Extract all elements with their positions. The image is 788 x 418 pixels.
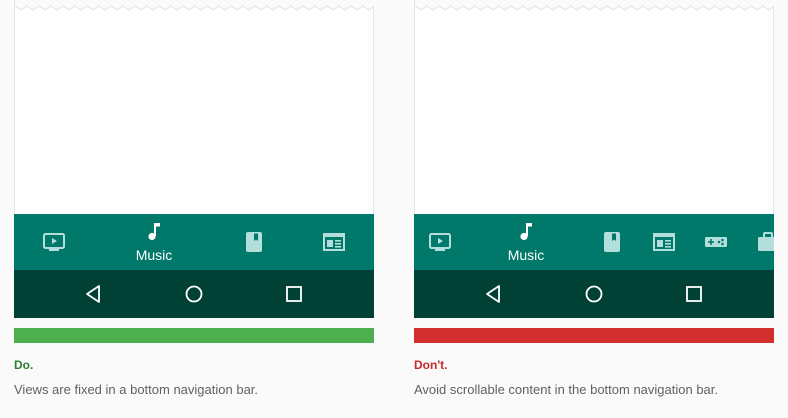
briefcase-icon xyxy=(758,232,774,251)
home-icon[interactable] xyxy=(184,284,204,304)
do-indicator-bar xyxy=(14,328,374,343)
gamepad-icon xyxy=(705,237,727,247)
nav-item-label: Music xyxy=(507,247,545,263)
do-example: Music Do. Views are fixed in a bottom na… xyxy=(14,0,374,418)
recents-icon[interactable] xyxy=(684,284,704,304)
dont-indicator-bar xyxy=(414,328,774,343)
newspaper-icon xyxy=(323,233,345,251)
music-note-icon xyxy=(148,223,160,241)
caption-text: Avoid scrollable content in the bottom n… xyxy=(414,382,719,397)
dont-example: Music Don't. Avoid scrollable content in… xyxy=(414,0,774,418)
caption-text: Views are fixed in a bottom navigation b… xyxy=(14,382,259,397)
verdict-label: Do. xyxy=(14,358,34,372)
phone-screen: Music xyxy=(414,0,774,318)
content-area xyxy=(14,0,374,214)
nav-item-label: Music xyxy=(135,247,173,263)
system-navigation-bar xyxy=(414,270,774,318)
torn-edge xyxy=(15,0,374,11)
back-icon[interactable] xyxy=(484,284,504,304)
newspaper-icon xyxy=(653,233,675,251)
recents-icon[interactable] xyxy=(284,284,304,304)
torn-edge xyxy=(415,0,774,11)
bottom-navigation-bar: Music xyxy=(14,214,374,270)
tv-icon xyxy=(429,233,451,251)
book-icon xyxy=(604,232,620,252)
tv-icon xyxy=(43,233,65,251)
home-icon[interactable] xyxy=(584,284,604,304)
phone-screen: Music xyxy=(14,0,374,318)
content-area xyxy=(414,0,774,214)
verdict-label: Don't. xyxy=(414,358,448,372)
music-note-icon xyxy=(520,223,532,241)
bottom-navigation-bar: Music xyxy=(414,214,774,270)
system-navigation-bar xyxy=(14,270,374,318)
back-icon[interactable] xyxy=(84,284,104,304)
book-icon xyxy=(246,232,262,252)
